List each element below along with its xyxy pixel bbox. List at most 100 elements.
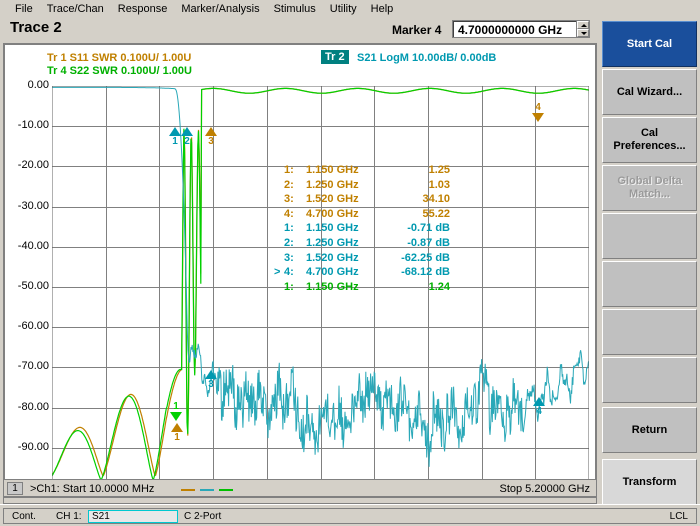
softkey-panel: Start Cal Cal Wizard... Cal Preferences...… <box>600 17 700 505</box>
status-channel: CH 1: <box>56 511 82 522</box>
graph-panel[interactable]: Tr 1 S11 SWR 0.100U/ 1.00U Tr 4 S22 SWR … <box>3 43 597 505</box>
marker-value: -68.12 dB <box>401 266 450 279</box>
y-tick-label: -60.00 <box>17 320 49 333</box>
trace-color-dash-s22 <box>219 489 233 491</box>
marker-flag-s21-2[interactable]: 2 <box>181 127 193 147</box>
marker-readout-row: 1: 1.150 GHz -0.71 dB <box>284 222 450 237</box>
channel-bar: 1 >Ch1: Start 10.0000 MHz Stop 5.20000 G… <box>3 479 597 497</box>
chevron-up-icon <box>581 24 587 27</box>
softkey-start-cal[interactable]: Start Cal <box>602 21 697 67</box>
marker-flag-label: 4 <box>535 102 541 113</box>
y-tick-label: -20.00 <box>17 159 49 172</box>
marker-readout-row: >4: 4.700 GHz -68.12 dB <box>274 266 450 281</box>
softkey-empty-4[interactable] <box>602 213 697 259</box>
marker-number: 1: <box>284 280 294 293</box>
marker-flag-label: 2 <box>184 136 190 147</box>
marker-number: 1: <box>284 222 294 235</box>
menu-item-utility[interactable]: Utility <box>323 2 364 16</box>
marker-flag-s11-4[interactable]: 4 <box>532 102 544 122</box>
marker-frequency: 1.250 GHz <box>306 236 359 249</box>
title-row: Trace 2 Marker 4 4.7000000000 GHz <box>0 17 700 43</box>
marker-triangle-icon <box>169 127 181 136</box>
legend-trace-4-text: S22 SWR 0.100U/ 1.00U <box>69 65 192 77</box>
status-lock-mode: LCL <box>669 511 688 522</box>
menu-bar: File Trace/Chan Response Marker/Analysis Sti… <box>0 0 700 17</box>
marker-flag-s21-1[interactable]: 1 <box>169 127 181 147</box>
menu-item-stimulus[interactable]: Stimulus <box>267 2 323 16</box>
sweep-stop-text[interactable]: Stop 5.20000 GHz <box>499 483 590 495</box>
softkey-empty-6[interactable] <box>602 309 697 355</box>
marker-value: 1.24 <box>428 280 450 293</box>
softkey-empty-7[interactable] <box>602 357 697 403</box>
marker-readout-row: 1: 1.150 GHz 1.24 <box>284 281 450 296</box>
marker-value-input[interactable]: 4.7000000000 GHz <box>452 20 576 38</box>
softkey-transform[interactable]: Transform <box>602 459 697 505</box>
horizontal-scrollbar[interactable] <box>3 497 597 504</box>
trace-color-dash-s11 <box>181 489 195 491</box>
marker-readout-row: 3: 1.520 GHz -62.25 dB <box>284 252 450 267</box>
softkey-cal-wizard[interactable]: Cal Wizard... <box>602 69 697 115</box>
marker-triangle-icon <box>533 397 545 406</box>
legend-trace-1-id: Tr 1 <box>47 52 67 64</box>
trace-color-dash-s21 <box>200 489 214 491</box>
y-tick-label: -80.00 <box>17 400 49 413</box>
marker-triangle-icon <box>205 370 217 379</box>
marker-number: 2: <box>284 178 294 191</box>
legend-trace-4-id: Tr 4 <box>47 65 67 77</box>
legend-trace-1[interactable]: Tr 1 S11 SWR 0.100U/ 1.00U <box>47 52 191 64</box>
marker-value: 55.22 <box>422 207 450 220</box>
stepper-down-button[interactable] <box>577 29 589 37</box>
marker-triangle-icon <box>205 127 217 136</box>
menu-item-help[interactable]: Help <box>364 2 401 16</box>
marker-value: 1.25 <box>428 164 450 176</box>
marker-flag-label: 1 <box>174 432 180 443</box>
marker-value-text: 4.7000000000 GHz <box>458 23 563 37</box>
status-cal-state: C 2-Port <box>184 511 222 522</box>
status-bar-inner: Cont. CH 1: S21 C 2-Port LCL <box>3 508 697 524</box>
softkey-return[interactable]: Return <box>602 407 697 453</box>
marker-value: 34.10 <box>422 193 450 206</box>
marker-triangle-icon <box>532 113 544 122</box>
marker-flag-s11-3[interactable]: 3 <box>205 127 217 147</box>
marker-triangle-icon <box>170 412 182 421</box>
status-bar: Cont. CH 1: S21 C 2-Port LCL <box>0 504 700 526</box>
status-sweep-mode: Cont. <box>12 511 36 522</box>
marker-flag-label: 1 <box>172 136 178 147</box>
chevron-down-icon <box>581 32 587 35</box>
marker-frequency: 1.520 GHz <box>306 193 359 206</box>
marker-value: -62.25 dB <box>401 251 450 264</box>
marker-frequency: 1.250 GHz <box>306 178 359 191</box>
legend-trace-4[interactable]: Tr 4 S22 SWR 0.100U/ 1.00U <box>47 65 192 77</box>
marker-number: 3: <box>284 193 294 206</box>
stepper-up-button[interactable] <box>577 21 589 29</box>
marker-flag-s22-1[interactable]: 1 <box>170 401 182 421</box>
softkey-empty-5[interactable] <box>602 261 697 307</box>
menu-item-response[interactable]: Response <box>111 2 175 16</box>
marker-readout-row: 1: 1.150 GHz 1.25 <box>284 164 450 179</box>
menu-item-trace-chan[interactable]: Trace/Chan <box>40 2 111 16</box>
marker-readout-table: 1: 1.150 GHz 1.25 2: 1.250 GHz 1.03 3: 1.520 GH… <box>274 164 450 296</box>
marker-triangle-icon <box>181 127 193 136</box>
y-tick-label: -40.00 <box>17 239 49 252</box>
menu-item-marker-analysis[interactable]: Marker/Analysis <box>174 2 266 16</box>
marker-flag-s21-4[interactable]: 4 <box>533 397 545 417</box>
marker-flag-label: 3 <box>208 136 214 147</box>
active-marker-pointer: > <box>274 266 281 279</box>
legend-trace-2-id[interactable]: Tr 2 <box>321 50 349 64</box>
marker-stepper[interactable] <box>576 20 590 38</box>
status-parameter[interactable]: S21 <box>88 510 178 523</box>
marker-value: -0.87 dB <box>407 236 450 249</box>
y-tick-label: 0.00 <box>27 79 49 91</box>
legend-trace-1-text: S11 SWR 0.100U/ 1.00U <box>69 52 192 64</box>
channel-number-badge: 1 <box>7 482 23 495</box>
sweep-start-text[interactable]: >Ch1: Start 10.0000 MHz <box>30 483 154 495</box>
marker-flag-s11-1b[interactable]: 1 <box>171 423 183 443</box>
softkey-global-delta-match: Global Delta Match... <box>602 165 697 211</box>
marker-flag-label: 1 <box>173 401 179 412</box>
menu-item-file[interactable]: File <box>8 2 40 16</box>
softkey-cal-preferences[interactable]: Cal Preferences... <box>602 117 697 163</box>
legend-trace-2-text: S21 LogM 10.00dB/ 0.00dB <box>357 52 497 64</box>
marker-flag-s21-3b[interactable]: 3 <box>205 370 217 390</box>
marker-number: 4: <box>284 207 294 220</box>
marker-readout-row: 3: 1.520 GHz 34.10 <box>284 193 450 208</box>
